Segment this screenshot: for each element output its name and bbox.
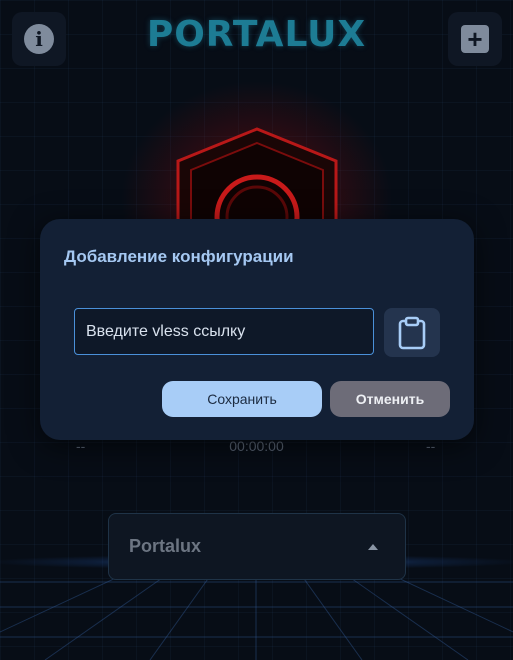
server-selector-value: Portalux <box>129 536 202 556</box>
server-selector[interactable]: Portalux <box>108 513 406 580</box>
connection-timer: 00:00:00 <box>229 438 284 454</box>
paste-button[interactable] <box>384 308 440 357</box>
save-button[interactable]: Сохранить <box>162 381 322 417</box>
clipboard-icon <box>398 316 426 349</box>
upload-value: -- <box>426 438 436 454</box>
add-config-button[interactable]: + <box>448 12 502 66</box>
cancel-button[interactable]: Отменить <box>330 381 450 417</box>
plus-icon: + <box>461 25 489 53</box>
vless-link-input[interactable] <box>74 308 374 355</box>
dialog-title: Добавление конфигурации <box>64 247 294 266</box>
app-logo: PORTALUX <box>146 14 367 55</box>
add-config-dialog: Добавление конфигурации Сохранить Отмени… <box>40 219 474 440</box>
caret-up-icon <box>368 544 378 550</box>
